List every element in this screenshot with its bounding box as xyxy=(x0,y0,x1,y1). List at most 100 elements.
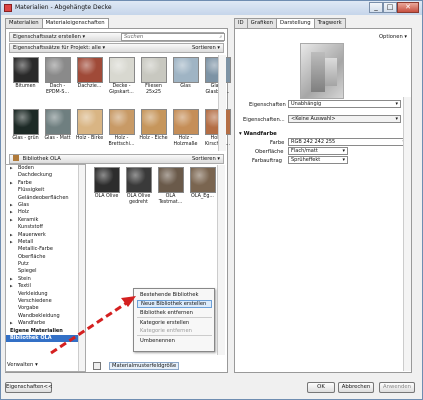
library-tree-item[interactable]: Stein xyxy=(6,276,85,284)
library-tree-item[interactable]: Holz xyxy=(6,209,85,217)
material-tile[interactable]: Decke - Gipskart... xyxy=(106,55,137,107)
surface-dropdown[interactable]: Flach/matt xyxy=(288,147,348,155)
properties-label: Eigenschaften xyxy=(249,102,286,108)
library-tree-item[interactable]: Eigene Materialien xyxy=(6,328,85,335)
library-tree-item[interactable]: Kunststoff xyxy=(6,224,85,231)
view-toggle-icon[interactable] xyxy=(93,362,101,370)
color-field[interactable]: RGB 242 242 255 xyxy=(288,138,408,146)
material-label: Holz - Brettschi... xyxy=(108,136,135,147)
right-scrollbar[interactable] xyxy=(403,97,411,371)
library-tree-item[interactable]: Vorgabe xyxy=(6,305,85,312)
material-tile[interactable]: Glas - Matt xyxy=(42,107,73,159)
library-tree-item[interactable]: Wandbekleidung xyxy=(6,313,85,320)
tab-materials[interactable]: Materialien xyxy=(5,18,43,28)
library-tree-item[interactable]: Oberfläche xyxy=(6,254,85,261)
menu-separator xyxy=(137,335,212,336)
material-tile[interactable]: Bitumen xyxy=(10,55,41,107)
material-tile[interactable]: Holz - Brettschi... xyxy=(106,107,137,159)
properties-toggle-button[interactable]: Eigenschaften<< xyxy=(5,382,52,393)
material-swatch xyxy=(172,109,199,135)
context-menu-item[interactable]: Bestehende Bibliothek öffnen xyxy=(137,291,212,306)
library-tree-item[interactable]: Textil xyxy=(6,283,85,291)
create-set-dropdown[interactable]: Eigenschaftssatz erstellen ▾ xyxy=(13,34,85,40)
manage-dropdown[interactable]: Verwalten ▾ xyxy=(7,361,47,372)
library-tree-item[interactable]: Metall xyxy=(6,239,85,247)
library-tree-item[interactable]: Wandfarbe xyxy=(6,320,85,328)
tab-graphics[interactable]: Grafiken xyxy=(246,18,278,28)
tab-id[interactable]: ID xyxy=(234,18,248,28)
material-label: Holz - Birke xyxy=(75,136,104,141)
tree-scrollbar[interactable] xyxy=(78,165,85,371)
context-menu-item[interactable]: Neue Bibliothek erstellen xyxy=(137,300,212,308)
material-swatch xyxy=(76,57,103,83)
library-tree-item[interactable]: Bibliothek OLA xyxy=(6,334,85,343)
minimize-button[interactable]: _ xyxy=(369,2,383,13)
material-tile[interactable]: Holz - Holzmaße xyxy=(170,107,201,159)
material-swatch xyxy=(172,57,199,83)
material-tile[interactable]: OLA Testmat... xyxy=(155,165,186,217)
project-materials-grid: Bitumen Dach - EPDM-S... Dachzie... Decke -… xyxy=(10,55,233,159)
swatch-size-label[interactable]: Materialmusterfeldgröße xyxy=(109,362,180,370)
maximize-button[interactable]: □ xyxy=(383,2,397,13)
material-tile[interactable]: Dachzie... xyxy=(74,55,105,107)
cancel-button[interactable]: Abbrechen xyxy=(338,382,374,393)
window-title: Materialien - Abgehängte Decke xyxy=(15,4,112,11)
material-swatch xyxy=(12,57,39,83)
library-tree-item[interactable]: Glas xyxy=(6,202,85,210)
app-icon xyxy=(4,4,12,12)
material-tile[interactable]: Fliesen 25x25 xyxy=(138,55,169,107)
material-tile[interactable]: Glas - grün xyxy=(10,107,41,159)
options-dropdown[interactable]: Optionen ▾ xyxy=(379,34,407,40)
material-tile[interactable]: OLA Olive gedreht xyxy=(123,165,154,217)
library-scrollbar[interactable] xyxy=(217,165,225,355)
material-swatch xyxy=(140,57,167,83)
material-tile[interactable]: Holz - Birke xyxy=(74,107,105,159)
library-icon xyxy=(13,155,19,161)
material-preview xyxy=(300,43,344,99)
material-label: Dachzie... xyxy=(77,84,102,89)
material-swatch xyxy=(108,109,135,135)
title-bar[interactable]: Materialien - Abgehängte Decke _ □ ✕ xyxy=(1,1,422,15)
material-label: Holz - Eiche xyxy=(139,136,168,141)
library-tree-item[interactable]: Spiegel xyxy=(6,268,85,275)
library-tree-item[interactable]: Flüssigkeit xyxy=(6,187,85,194)
library-tree-item[interactable]: Metallic-Farbe xyxy=(6,246,85,253)
materials-dialog: Materialien - Abgehängte Decke _ □ ✕ Mat… xyxy=(0,0,423,400)
library-tree-item[interactable]: Farbe xyxy=(6,180,85,188)
properties2-field[interactable]: <Keine Auswahl> xyxy=(288,115,401,123)
material-swatch xyxy=(189,167,216,193)
library-tree-item[interactable]: Dachdeckung xyxy=(6,172,85,179)
tab-structure[interactable]: Tragwerk xyxy=(313,18,346,28)
project-sort-dropdown[interactable]: Sortieren ▾ xyxy=(192,44,220,52)
section-header[interactable]: ▾ Wandfarbe xyxy=(239,131,277,137)
material-label: OLA Testmat... xyxy=(158,194,183,205)
library-sort-dropdown[interactable]: Sortieren ▾ xyxy=(192,155,220,163)
material-label: Dach - EPDM-S... xyxy=(45,84,70,95)
library-tree-item[interactable]: Mauerwerk xyxy=(6,232,85,240)
material-swatch xyxy=(125,167,152,193)
project-scrollbar[interactable] xyxy=(218,55,226,151)
material-tile[interactable]: OLA Olive xyxy=(91,165,122,217)
ok-button[interactable]: OK xyxy=(307,382,335,393)
material-swatch xyxy=(157,167,184,193)
paint-application-dropdown[interactable]: Sprüheffekt xyxy=(288,156,348,164)
library-tree-item[interactable]: Putz xyxy=(6,261,85,268)
search-input[interactable]: Suchen ⌕ xyxy=(121,33,225,41)
project-filter-dropdown[interactable]: Eigenschaftssätze für Projekt: alle ▾ xyxy=(13,45,105,51)
context-menu-item[interactable]: Kategorie erstellen xyxy=(137,319,212,327)
material-tile[interactable]: Dach - EPDM-S... xyxy=(42,55,73,107)
apply-button[interactable]: Anwenden xyxy=(379,382,415,393)
library-tree-item[interactable]: Boden xyxy=(6,165,85,173)
close-button[interactable]: ✕ xyxy=(397,2,419,13)
context-menu-item[interactable]: Umbenennen xyxy=(137,337,212,345)
context-menu-item[interactable]: Bibliothek entfernen xyxy=(137,309,212,317)
properties-dropdown[interactable]: Unabhängig xyxy=(288,100,401,108)
material-tile[interactable]: OLA_Eg... xyxy=(187,165,218,217)
material-tile[interactable]: Holz - Eiche xyxy=(138,107,169,159)
library-tree-item[interactable]: Keramik xyxy=(6,217,85,225)
library-tree-item[interactable]: Geländeoberflächen xyxy=(6,195,85,202)
library-tree-item[interactable]: Verschiedene xyxy=(6,298,85,305)
library-tree-item[interactable]: Verkleidung xyxy=(6,291,85,298)
material-swatch xyxy=(108,57,135,83)
material-tile[interactable]: Glas xyxy=(170,55,201,107)
